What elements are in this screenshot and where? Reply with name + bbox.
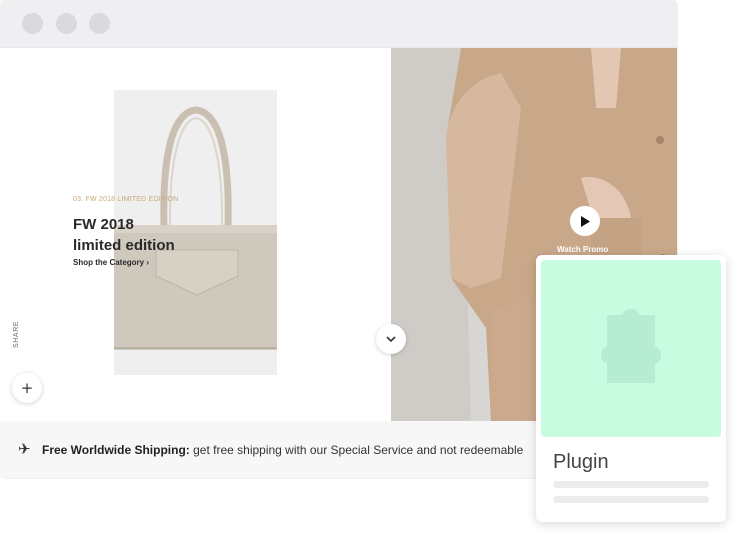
shop-category-link[interactable]: Shop the Category › [73, 258, 149, 267]
puzzle-piece-icon [601, 308, 661, 383]
share-label: SHARE [13, 320, 20, 348]
scroll-down-button[interactable] [376, 324, 406, 354]
hero-left-panel: 03. FW 2018 LIMITED EDITION FW 2018 limi… [0, 48, 391, 421]
airplane-icon: ✈ [18, 440, 31, 458]
placeholder-line [553, 496, 709, 503]
plugin-title: Plugin [553, 451, 609, 473]
watch-promo-label[interactable]: Watch Promo [557, 245, 608, 254]
chevron-down-icon [386, 335, 396, 342]
window-titlebar [0, 0, 677, 48]
share-plus-button[interactable]: + [12, 373, 42, 403]
play-icon [581, 215, 590, 227]
hero-headline: FW 2018 limited edition [73, 214, 175, 256]
play-promo-button[interactable] [570, 206, 600, 236]
collection-eyebrow: 03. FW 2018 LIMITED EDITION [73, 196, 179, 203]
plugin-thumbnail [541, 260, 721, 437]
placeholder-line [553, 481, 709, 488]
chevron-right-icon: › [146, 258, 150, 267]
maximize-window-button[interactable] [89, 13, 110, 34]
shipping-text: Free Worldwide Shipping: get free shippi… [42, 443, 523, 457]
shipping-bold-label: Free Worldwide Shipping: [42, 443, 190, 457]
headline-line-1: FW 2018 [73, 216, 134, 233]
plugin-card[interactable]: Plugin [536, 255, 726, 522]
shop-category-label: Shop the Category [73, 258, 145, 267]
plus-icon: + [20, 379, 34, 397]
minimize-window-button[interactable] [56, 13, 77, 34]
close-window-button[interactable] [22, 13, 43, 34]
headline-line-2: limited edition [73, 237, 175, 254]
shipping-description: get free shipping with our Special Servi… [189, 443, 524, 457]
